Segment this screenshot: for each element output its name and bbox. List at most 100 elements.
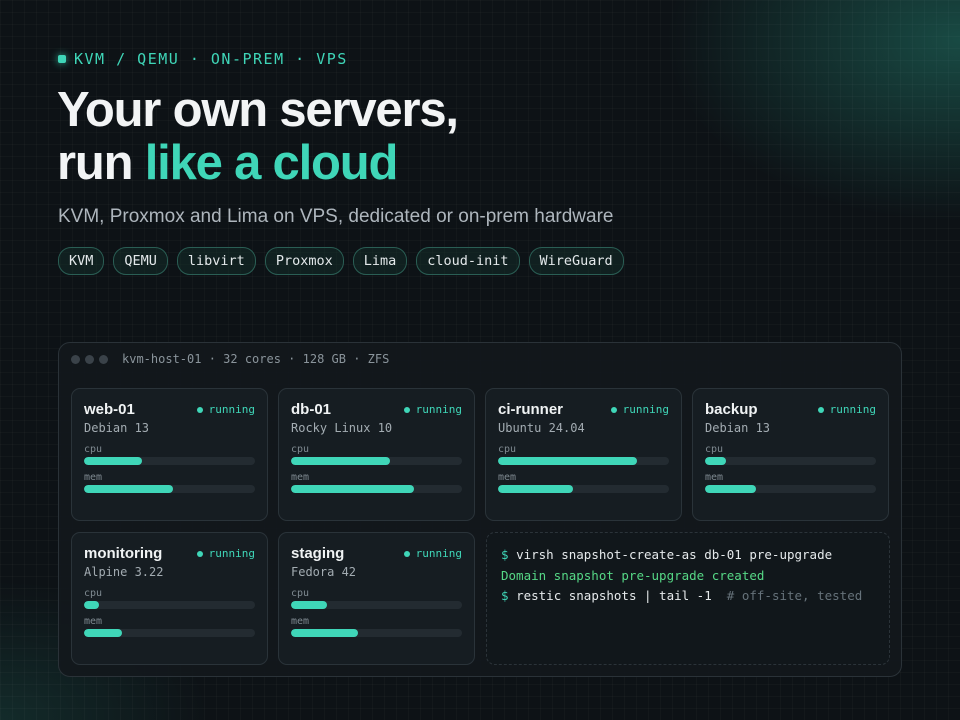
cpu-label: cpu bbox=[705, 444, 724, 455]
mem-bar-fill bbox=[291, 629, 358, 637]
mem-label: mem bbox=[84, 616, 103, 627]
status-badge: running bbox=[610, 403, 669, 416]
cpu-bar bbox=[498, 457, 669, 465]
vm-os: Ubuntu 24.04 bbox=[498, 421, 585, 435]
vm-card[interactable]: staging running Fedora 42 cpu mem bbox=[278, 532, 475, 665]
status-text: running bbox=[208, 403, 255, 416]
terminal[interactable]: $ virsh snapshot-create-as db-01 pre-upg… bbox=[486, 532, 890, 665]
mem-bar bbox=[291, 629, 462, 637]
status-badge: running bbox=[403, 547, 462, 560]
vm-os: Rocky Linux 10 bbox=[291, 421, 393, 435]
host-info: kvm-host-01 · 32 cores · 128 GB · ZFS bbox=[122, 352, 390, 366]
tag-libvirt: libvirt bbox=[176, 247, 256, 275]
window-dot-icon bbox=[99, 354, 108, 364]
cpu-bar bbox=[291, 601, 462, 609]
status-dot-icon bbox=[403, 550, 410, 557]
cpu-bar bbox=[291, 457, 462, 465]
vm-name: web-01 bbox=[84, 401, 135, 418]
mem-label: mem bbox=[705, 472, 724, 483]
headline-line-2-plain: run bbox=[57, 136, 145, 190]
mem-label: mem bbox=[498, 472, 517, 483]
tag-proxmox: Proxmox bbox=[264, 247, 344, 275]
vm-card[interactable]: ci-runner running Ubuntu 24.04 cpu mem bbox=[485, 388, 682, 521]
cpu-bar-fill bbox=[84, 601, 100, 609]
vm-card[interactable]: db-01 running Rocky Linux 10 cpu mem bbox=[278, 388, 475, 521]
vm-name: monitoring bbox=[84, 545, 163, 562]
headline: Your own servers, run like a cloud bbox=[57, 83, 459, 190]
vm-os: Alpine 3.22 bbox=[84, 565, 164, 579]
terminal-comment: # off-site, tested bbox=[726, 588, 863, 603]
terminal-command: virsh snapshot-create-as db-01 pre-upgra… bbox=[516, 547, 833, 562]
cpu-label: cpu bbox=[291, 444, 310, 455]
window-dot-icon bbox=[85, 354, 94, 364]
square-bullet-icon bbox=[58, 55, 66, 63]
cpu-label: cpu bbox=[498, 444, 517, 455]
vm-name: staging bbox=[291, 545, 345, 562]
vm-os: Debian 13 bbox=[84, 421, 150, 435]
status-dot-icon bbox=[610, 406, 617, 413]
cpu-label: cpu bbox=[84, 588, 103, 599]
cpu-bar-fill bbox=[705, 457, 726, 465]
mem-label: mem bbox=[291, 616, 310, 627]
status-dot-icon bbox=[196, 550, 203, 557]
subtitle: KVM, Proxmox and Lima on VPS, dedicated … bbox=[58, 206, 614, 227]
mem-bar bbox=[705, 485, 876, 493]
terminal-line: $ restic snapshots | tail -1 # off-site,… bbox=[501, 588, 875, 609]
status-badge: running bbox=[196, 547, 255, 560]
cpu-bar-fill bbox=[291, 601, 327, 609]
vm-name: backup bbox=[705, 401, 758, 418]
mem-label: mem bbox=[84, 472, 103, 483]
eyebrow-text: KVM / QEMU · ON-PREM · VPS bbox=[74, 50, 348, 68]
terminal-line: $ virsh snapshot-create-as db-01 pre-upg… bbox=[501, 547, 875, 568]
cpu-bar-fill bbox=[291, 457, 391, 465]
cpu-bar bbox=[84, 457, 255, 465]
status-badge: running bbox=[817, 403, 876, 416]
status-text: running bbox=[208, 547, 255, 560]
mem-bar-fill bbox=[498, 485, 574, 493]
tag-cloud-init: cloud-init bbox=[416, 247, 520, 275]
vm-os: Fedora 42 bbox=[291, 565, 357, 579]
mem-bar bbox=[84, 485, 255, 493]
mem-bar bbox=[84, 629, 255, 637]
vm-name: ci-runner bbox=[498, 401, 564, 418]
vm-card[interactable]: monitoring running Alpine 3.22 cpu mem bbox=[71, 532, 268, 665]
tag-wireguard: WireGuard bbox=[528, 247, 624, 275]
vm-card[interactable]: backup running Debian 13 cpu mem bbox=[692, 388, 889, 521]
headline-line-1: Your own servers, bbox=[57, 83, 459, 137]
status-dot-icon bbox=[403, 406, 410, 413]
tag-kvm: KVM bbox=[58, 247, 105, 275]
status-badge: running bbox=[196, 403, 255, 416]
mem-label: mem bbox=[291, 472, 310, 483]
vm-os: Debian 13 bbox=[705, 421, 771, 435]
terminal-command: restic snapshots | tail -1 bbox=[516, 588, 712, 603]
eyebrow: KVM / QEMU · ON-PREM · VPS bbox=[58, 50, 348, 68]
vm-card[interactable]: web-01 running Debian 13 cpu mem bbox=[71, 388, 268, 521]
status-text: running bbox=[415, 403, 462, 416]
mem-bar-fill bbox=[84, 629, 122, 637]
tag-list: KVM QEMU libvirt Proxmox Lima cloud-init… bbox=[58, 247, 624, 275]
cpu-bar-fill bbox=[84, 457, 143, 465]
cpu-bar bbox=[705, 457, 876, 465]
terminal-line: Domain snapshot pre-upgrade created bbox=[501, 568, 875, 589]
status-text: running bbox=[829, 403, 876, 416]
tag-lima: Lima bbox=[352, 247, 408, 275]
host-panel: kvm-host-01 · 32 cores · 128 GB · ZFS we… bbox=[58, 342, 902, 677]
mem-bar-fill bbox=[705, 485, 757, 493]
cpu-bar bbox=[84, 601, 255, 609]
vm-name: db-01 bbox=[291, 401, 332, 418]
cpu-label: cpu bbox=[84, 444, 103, 455]
terminal-prompt: $ bbox=[501, 547, 509, 562]
tag-qemu: QEMU bbox=[113, 247, 168, 275]
status-badge: running bbox=[403, 403, 462, 416]
mem-bar bbox=[498, 485, 669, 493]
mem-bar bbox=[291, 485, 462, 493]
panel-titlebar: kvm-host-01 · 32 cores · 128 GB · ZFS bbox=[71, 352, 389, 366]
mem-bar-fill bbox=[291, 485, 415, 493]
status-text: running bbox=[415, 547, 462, 560]
status-dot-icon bbox=[817, 406, 824, 413]
status-text: running bbox=[622, 403, 669, 416]
cpu-bar-fill bbox=[498, 457, 637, 465]
cpu-label: cpu bbox=[291, 588, 310, 599]
status-dot-icon bbox=[196, 406, 203, 413]
headline-line-2-accent: like a cloud bbox=[144, 136, 399, 190]
